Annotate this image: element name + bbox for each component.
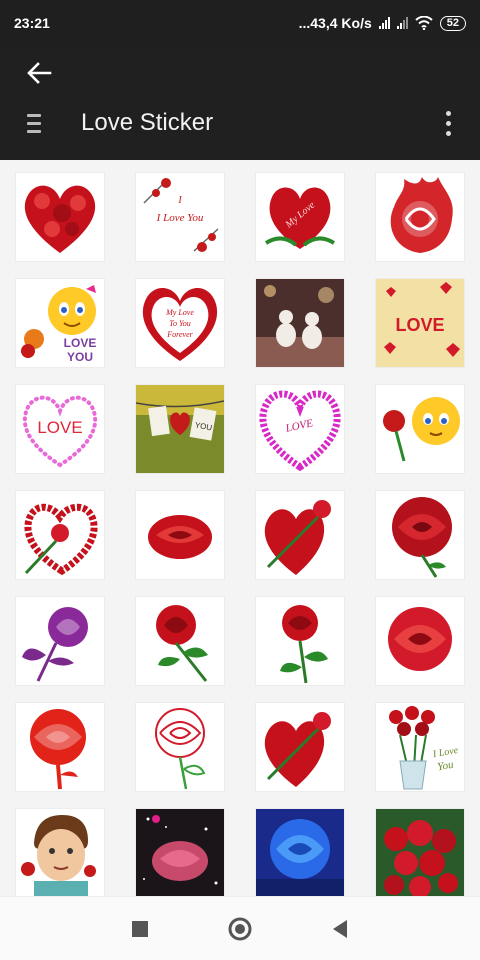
sticker-item[interactable] <box>376 491 464 579</box>
sticker-item[interactable] <box>16 491 104 579</box>
sticker-item[interactable] <box>16 173 104 261</box>
sticker-grid: II Love You My Love LOVE YOU My Love To Yo… <box>0 162 480 896</box>
signal-icon <box>396 17 408 29</box>
svg-text:LOVE: LOVE <box>64 336 97 350</box>
back-triangle-icon <box>333 919 347 938</box>
sticker-item[interactable] <box>16 809 104 896</box>
home-button[interactable] <box>224 913 256 945</box>
sticker-item[interactable]: I Love You <box>376 703 464 791</box>
status-icons: ...43,4 Ko/s 52 <box>299 15 466 31</box>
status-time: 23:21 <box>14 15 50 31</box>
drawer-menu-button[interactable] <box>20 108 48 138</box>
more-vert-icon <box>445 110 451 116</box>
recents-square-icon <box>132 920 148 937</box>
sticker-item[interactable]: My Love To You Forever <box>136 279 224 367</box>
sticker-item[interactable] <box>376 809 464 896</box>
sticker-item[interactable] <box>376 597 464 685</box>
sticker-item[interactable] <box>256 597 344 685</box>
sticker-item[interactable] <box>136 597 224 685</box>
page-title: Love Sticker <box>81 109 214 136</box>
navigation-bar <box>0 896 480 960</box>
svg-text:Forever: Forever <box>166 330 193 339</box>
network-speed: ...43,4 Ko/s <box>298 15 372 31</box>
overflow-menu-button[interactable] <box>434 108 462 138</box>
svg-text:You: You <box>437 759 455 774</box>
svg-text:I Love: I Love <box>431 745 459 760</box>
svg-text:YOU: YOU <box>67 350 93 364</box>
sticker-item[interactable]: I I Love You <box>136 173 224 261</box>
sticker-item[interactable]: LOVE <box>256 385 344 473</box>
sticker-item[interactable] <box>136 703 224 791</box>
svg-text:I: I <box>177 195 182 206</box>
svg-text:To You: To You <box>169 319 190 328</box>
drawer-menu-icon <box>27 113 41 117</box>
sticker-item[interactable] <box>256 279 344 367</box>
sticker-item[interactable] <box>256 703 344 791</box>
back-nav-button[interactable] <box>324 913 356 945</box>
battery-icon: 52 <box>439 15 466 31</box>
svg-text:LOVE: LOVE <box>37 418 82 437</box>
sticker-item[interactable] <box>136 809 224 896</box>
signal-icon <box>378 17 390 29</box>
back-button[interactable] <box>22 58 56 88</box>
sticker-item[interactable] <box>256 809 344 896</box>
sticker-item[interactable] <box>376 385 464 473</box>
sticker-item[interactable] <box>16 597 104 685</box>
sticker-item[interactable]: LOVE <box>376 279 464 367</box>
svg-text:LOVE: LOVE <box>395 315 444 335</box>
sticker-item[interactable]: LOVE YOU <box>16 279 104 367</box>
wifi-icon <box>415 16 433 30</box>
sticker-item[interactable]: My Love <box>256 173 344 261</box>
status-bar: 23:21 ...43,4 Ko/s 52 <box>0 0 480 46</box>
sticker-item[interactable] <box>376 173 464 261</box>
svg-text:LOVE: LOVE <box>284 417 315 435</box>
sticker-item[interactable] <box>136 491 224 579</box>
arrow-back-icon <box>27 62 52 84</box>
recents-button[interactable] <box>124 913 156 945</box>
app-bar: Love Sticker <box>0 46 480 160</box>
sticker-item[interactable]: YOU <box>136 385 224 473</box>
sticker-item[interactable] <box>256 491 344 579</box>
sticker-item[interactable] <box>16 703 104 791</box>
svg-text:I Love You: I Love You <box>156 212 204 224</box>
svg-text:My Love: My Love <box>165 308 194 317</box>
sticker-item[interactable]: LOVE <box>16 385 104 473</box>
home-circle-icon <box>228 917 252 940</box>
